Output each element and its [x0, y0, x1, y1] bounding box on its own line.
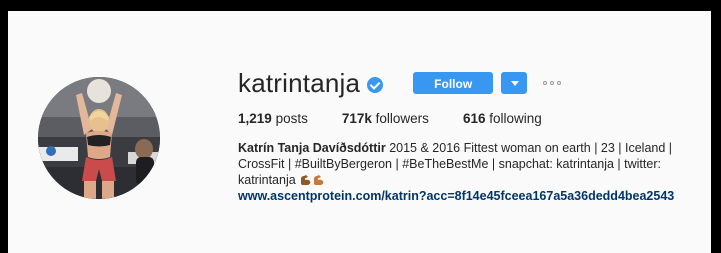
profile-info: katrintanja Follow 1,219 posts 717k foll… — [238, 67, 698, 204]
followers-count: 717k — [341, 111, 372, 126]
posts-count: 1,219 — [238, 111, 272, 126]
followers-stat[interactable]: 717k followers — [342, 110, 429, 128]
suggestions-dropdown-button[interactable] — [501, 72, 528, 94]
verified-badge-icon — [367, 77, 384, 93]
profile-stats: 1,219 posts 717k followers 616 following — [238, 110, 698, 128]
profile-avatar[interactable] — [38, 77, 160, 199]
hashtag-link[interactable]: #BeTheBestMe — [402, 157, 488, 171]
more-dot-icon — [557, 81, 562, 85]
website-link[interactable]: www.ascentprotein.com/katrin?acc=8f14e45… — [238, 189, 674, 203]
followers-label: followers — [375, 111, 429, 126]
profile-screenshot-frame: katrintanja Follow 1,219 posts 717k foll… — [8, 11, 711, 253]
following-count: 616 — [462, 111, 486, 126]
more-dot-icon — [550, 81, 555, 85]
more-options-button[interactable] — [541, 79, 563, 87]
avatar-photo — [38, 77, 160, 199]
chevron-down-icon — [511, 81, 520, 86]
bio-separator: | — [395, 157, 399, 171]
flexed-biceps-emoji-icon — [314, 175, 324, 185]
following-label: following — [489, 111, 542, 126]
flexed-biceps-emoji-icon — [301, 175, 311, 185]
hashtag-link[interactable]: #BuiltByBergeron — [295, 157, 392, 171]
following-stat[interactable]: 616 following — [463, 110, 542, 128]
profile-username: katrintanja — [238, 68, 361, 98]
follow-button[interactable]: Follow — [413, 72, 494, 94]
posts-stat: 1,219 posts — [238, 110, 308, 128]
posts-label: posts — [275, 111, 308, 126]
more-dot-icon — [543, 81, 548, 85]
profile-bio: Katrín Tanja Davíðsdóttir 2015 & 2016 Fi… — [238, 140, 698, 204]
profile-header-row: katrintanja Follow — [238, 67, 698, 99]
profile-full-name: Katrín Tanja Davíðsdóttir — [238, 141, 386, 155]
